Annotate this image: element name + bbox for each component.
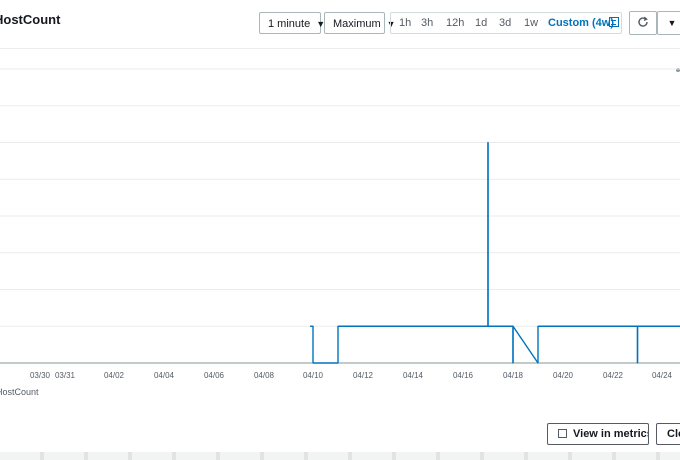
x-tick-label: 04/14 xyxy=(403,371,424,380)
series-point xyxy=(537,362,539,364)
x-tick-label: 03/31 xyxy=(55,371,76,380)
legend-series-label: HostCount xyxy=(0,387,39,397)
x-tick-label: 04/04 xyxy=(154,371,175,380)
series-point xyxy=(487,325,489,327)
x-tick-label: 04/20 xyxy=(553,371,574,380)
close-label: Close xyxy=(667,428,680,440)
x-tick-label: 04/22 xyxy=(603,371,624,380)
chart-grid xyxy=(0,68,680,364)
x-tick-label: 04/16 xyxy=(453,371,474,380)
view-in-metrics-button[interactable]: View in metrics xyxy=(547,423,649,445)
series-point xyxy=(337,362,339,364)
series-line-segment xyxy=(512,325,539,364)
x-tick-label: 04/10 xyxy=(303,371,324,380)
x-axis-ticks: 03/30 03/31 04/02 04/04 04/06 04/08 04/10 04/12… xyxy=(30,371,673,380)
x-tick-label: 04/24 xyxy=(652,371,673,380)
series-point xyxy=(312,362,314,364)
external-link-icon xyxy=(558,429,567,438)
x-tick-label: 04/08 xyxy=(254,371,275,380)
x-tick-label: 04/02 xyxy=(104,371,125,380)
x-tick-label: 04/06 xyxy=(204,371,225,380)
x-tick-label: 04/18 xyxy=(503,371,524,380)
series-point xyxy=(537,325,539,327)
series-point xyxy=(487,141,489,144)
series-point xyxy=(512,325,514,327)
series-point xyxy=(636,362,639,364)
series-point xyxy=(512,362,514,364)
host-count-chart: 03/30 03/31 04/02 04/04 04/06 04/08 04/10 04/12… xyxy=(0,68,680,380)
close-button[interactable]: Close xyxy=(656,423,680,445)
bottom-scroll-strip xyxy=(0,452,680,460)
series-point xyxy=(337,325,339,327)
series-point xyxy=(312,325,314,327)
x-tick-label: 03/30 xyxy=(30,371,51,380)
view-in-metrics-label: View in metrics xyxy=(573,428,649,440)
series-point xyxy=(636,325,639,327)
x-tick-label: 04/12 xyxy=(353,371,374,380)
